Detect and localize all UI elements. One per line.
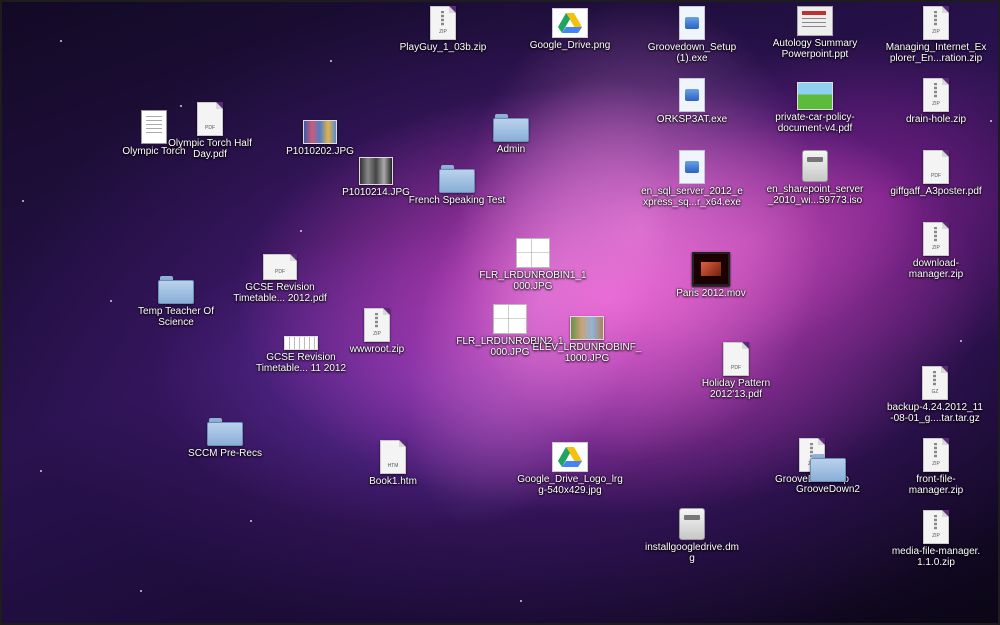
google-drive-icon <box>552 442 588 472</box>
image-thumbnail-icon <box>284 336 318 350</box>
zip-file-icon: ZIP <box>923 222 949 256</box>
file-label: Autology Summary Powerpoint.ppt <box>772 38 858 60</box>
folder-graphic-icon <box>207 418 243 446</box>
folder-label: Admin <box>496 144 526 155</box>
folder-icon[interactable]: French Speaking Test <box>396 165 518 206</box>
file-icon[interactable]: P1010202.JPG <box>270 120 370 157</box>
file-label: GCSE Revision Timetable... 11 2012 <box>255 352 347 374</box>
file-label: Google_Drive_Logo_lrg g-540x429.jpg <box>517 474 623 496</box>
file-icon[interactable]: FLR_LRDUNROBIN1_1 000.JPG <box>472 238 594 292</box>
file-icon[interactable]: GCSE Revision Timetable... 11 2012 <box>242 336 360 374</box>
folder-label: Temp Teacher Of Science <box>138 306 214 328</box>
file-label: en_sql_server_2012_e xpress_sq...r_x64.e… <box>641 186 743 208</box>
folder-icon[interactable]: Temp Teacher Of Science <box>118 276 234 328</box>
file-label: Book1.htm <box>369 476 417 487</box>
folder-icon[interactable]: GrooveDown2 <box>786 454 870 495</box>
file-label: Olympic Torch Half Day.pdf <box>168 138 252 160</box>
folder-label: SCCM Pre-Recs <box>188 448 262 459</box>
pdf-file-icon: PDF <box>723 342 749 376</box>
file-label: download- manager.zip <box>908 258 964 280</box>
folder-graphic-icon <box>493 114 529 142</box>
folder-label: French Speaking Test <box>408 195 506 206</box>
folder-icon[interactable]: Admin <box>470 114 552 155</box>
disk-image-icon <box>679 508 705 540</box>
html-file-icon: HTM <box>380 440 406 474</box>
file-label: GCSE Revision Timetable... 2012.pdf <box>233 282 327 304</box>
folder-icon[interactable]: SCCM Pre-Recs <box>170 418 280 459</box>
image-thumbnail-icon <box>797 82 833 110</box>
pdf-file-icon: PDF <box>197 102 223 136</box>
file-icon[interactable]: PDF giffgaff_A3poster.pdf <box>878 150 994 197</box>
folder-graphic-icon <box>810 454 846 482</box>
exe-file-icon <box>679 6 705 40</box>
pdf-file-icon: PDF <box>923 150 949 184</box>
file-label: giffgaff_A3poster.pdf <box>890 186 982 197</box>
file-icon[interactable]: en_sharepoint_server _2010_wi...59773.is… <box>750 150 880 206</box>
file-label: Google_Drive.png <box>529 40 611 51</box>
file-icon[interactable]: PDF Holiday Pattern 2012'13.pdf <box>690 342 782 400</box>
file-icon[interactable]: ZIP media-file-manager. 1.1.0.zip <box>876 510 996 568</box>
file-icon[interactable]: en_sql_server_2012_e xpress_sq...r_x64.e… <box>628 150 756 208</box>
file-label: drain-hole.zip <box>905 114 967 125</box>
exe-file-icon <box>679 150 705 184</box>
file-icon[interactable]: ZIP drain-hole.zip <box>880 78 992 125</box>
file-icon[interactable]: Google_Drive.png <box>512 8 628 51</box>
file-icon[interactable]: GZ backup-4.24.2012_11 -08-01_g....tar.t… <box>874 366 996 424</box>
file-icon[interactable]: Paris 2012.mov <box>660 252 762 299</box>
file-icon[interactable]: ELEV_LRDUNROBINF_ 1000.JPG <box>528 316 646 364</box>
image-thumbnail-icon <box>570 316 604 340</box>
file-label: ORKSP3AT.exe <box>656 114 728 125</box>
file-label: front-file- manager.zip <box>908 474 964 496</box>
image-thumbnail-icon <box>303 120 337 144</box>
file-label: media-file-manager. 1.1.0.zip <box>891 546 981 568</box>
file-label: installgoogledrive.dm g <box>645 542 739 564</box>
floorplan-thumbnail-icon <box>516 238 550 268</box>
floorplan-thumbnail-icon <box>493 304 527 334</box>
image-thumbnail-icon <box>359 157 393 185</box>
file-icon[interactable]: ZIP front-file- manager.zip <box>882 438 990 496</box>
file-label: backup-4.24.2012_11 -08-01_g....tar.tar.… <box>886 402 983 424</box>
file-icon[interactable]: ZIP download- manager.zip <box>884 222 988 280</box>
disk-image-icon <box>802 150 828 182</box>
file-label: PlayGuy_1_03b.zip <box>399 42 487 53</box>
file-label: FLR_LRDUNROBIN1_1 000.JPG <box>479 270 587 292</box>
file-icon[interactable]: installgoogledrive.dm g <box>628 508 756 564</box>
gz-archive-icon: GZ <box>922 366 948 400</box>
file-icon[interactable]: HTM Book1.htm <box>352 440 434 487</box>
file-label: en_sharepoint_server _2010_wi...59773.is… <box>766 184 864 206</box>
file-label: Holiday Pattern 2012'13.pdf <box>701 378 771 400</box>
file-icon[interactable]: Autology Summary Powerpoint.ppt <box>756 6 874 60</box>
zip-file-icon: ZIP <box>923 510 949 544</box>
file-label: Paris 2012.mov <box>676 288 746 299</box>
zip-file-icon: ZIP <box>923 438 949 472</box>
file-icon[interactable]: Google_Drive_Logo_lrg g-540x429.jpg <box>510 442 630 496</box>
file-label: P1010202.JPG <box>286 146 354 157</box>
zip-file-icon: ZIP <box>923 78 949 112</box>
zip-file-icon: ZIP <box>430 6 456 40</box>
desktop: ZIP PlayGuy_1_03b.zip Google_Drive.png G… <box>0 0 1000 625</box>
file-icon[interactable]: ORKSP3AT.exe <box>630 78 754 125</box>
file-icon[interactable]: PDF Olympic Torch Half Day.pdf <box>158 102 262 160</box>
folder-graphic-icon <box>439 165 475 193</box>
pdf-file-icon: PDF <box>263 254 297 280</box>
file-label: ELEV_LRDUNROBINF_ 1000.JPG <box>532 342 642 364</box>
folder-graphic-icon <box>158 276 194 304</box>
file-label: Groovedown_Setup (1).exe <box>647 42 737 64</box>
google-drive-icon <box>552 8 588 38</box>
powerpoint-file-icon <box>797 6 833 36</box>
file-icon[interactable]: Groovedown_Setup (1).exe <box>630 6 754 64</box>
file-icon[interactable]: ZIP Managing_Internet_Ex plorer_En...rat… <box>876 6 996 64</box>
file-icon[interactable]: private-car-policy- document-v4.pdf <box>750 82 880 134</box>
movie-file-icon <box>692 252 730 286</box>
file-label: private-car-policy- document-v4.pdf <box>775 112 855 134</box>
file-label: Managing_Internet_Ex plorer_En...ration.… <box>885 42 987 64</box>
file-icon[interactable]: PDF GCSE Revision Timetable... 2012.pdf <box>222 254 338 304</box>
zip-file-icon: ZIP <box>923 6 949 40</box>
exe-file-icon <box>679 78 705 112</box>
zip-file-icon: ZIP <box>364 308 390 342</box>
file-icon[interactable]: ZIP PlayGuy_1_03b.zip <box>386 6 500 53</box>
folder-label: GrooveDown2 <box>796 484 860 495</box>
